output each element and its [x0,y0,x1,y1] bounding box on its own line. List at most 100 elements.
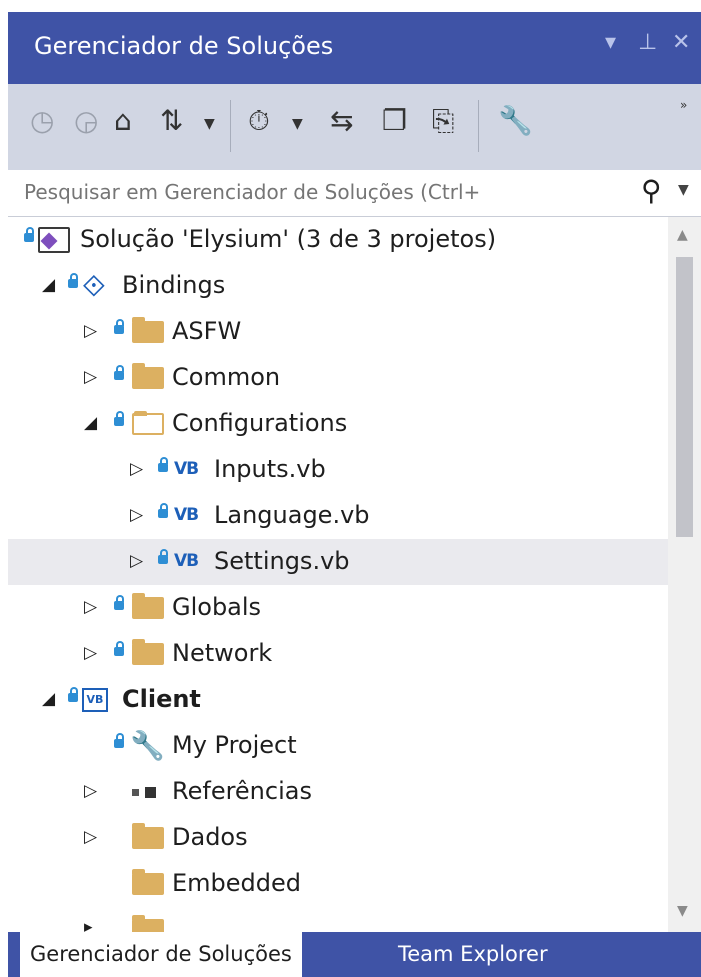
tree-row-network[interactable]: ▷ Network [8,631,668,677]
tree-item-label: Dados [172,823,248,851]
tree-item-label: Inputs.vb [214,455,326,483]
tree-row-configurations[interactable]: ◢ Configurations [8,401,668,447]
pin-icon[interactable]: ⊥ [638,30,657,55]
tree-item-label: Common [172,363,281,391]
lock-icon [68,273,78,288]
home-icon[interactable]: ⌂ [114,104,132,137]
solution-explorer-panel: Gerenciador de Soluções ▾ ⊥ ✕ ◷ ◶ ⌂ ⇅ ▼ … [8,12,701,977]
toolbar-separator [230,100,231,152]
expanded-arrow-icon[interactable]: ◢ [42,689,55,709]
tree-row-globals[interactable]: ▷ Globals [8,585,668,631]
collapsed-arrow-icon[interactable]: ▷ [130,551,143,571]
collapse-all-icon[interactable]: ❐ [382,104,407,137]
collapsed-arrow-icon[interactable]: ▷ [84,781,97,801]
expanded-arrow-icon[interactable]: ◢ [84,413,97,433]
collapsed-arrow-icon[interactable]: ▸ [84,917,93,932]
bottom-tab-bar: Gerenciador de Soluções Team Explorer [8,932,701,977]
tree-item-label: Embedded [172,869,302,897]
folder-icon [132,317,164,343]
tree-row-embedded[interactable]: Embedded [8,861,668,907]
tree-row-solution[interactable]: Solução 'Elysium' (3 de 3 projetos) [8,217,668,263]
properties-wrench-icon[interactable]: 🔧 [498,104,533,137]
overflow-icon[interactable]: » [680,98,687,112]
lock-icon [114,319,124,334]
lock-icon [68,687,78,702]
tree-item-label: ASFW [172,317,242,345]
tree-row-my-project[interactable]: 🔧 My Project [8,723,668,769]
scroll-down-icon[interactable]: ▼ [677,903,688,919]
lock-icon [114,733,124,748]
tree-row-inputs-vb[interactable]: ▷ VB Inputs.vb [8,447,668,493]
folder-icon [132,823,164,849]
tree-row-asfw[interactable]: ▷ ASFW [8,309,668,355]
collapsed-arrow-icon[interactable]: ▷ [84,643,97,663]
tree-item-label: My Project [172,731,297,759]
scroll-up-icon[interactable]: ▲ [677,227,688,243]
collapsed-arrow-icon[interactable]: ▷ [84,597,97,617]
close-icon[interactable]: ✕ [672,30,690,55]
folder-icon [132,869,164,895]
tree-row-partial[interactable]: ▸ [8,907,668,932]
toolbar: ◷ ◶ ⌂ ⇅ ▼ ⏱ ▼ ⇆ ❐ ⎘ 🔧 » [8,84,701,170]
tree-row-dados[interactable]: ▷ Dados [8,815,668,861]
search-options-dropdown-icon[interactable]: ▼ [678,182,689,198]
search-icon[interactable]: ⚲ [641,174,662,207]
tree-row-settings-vb[interactable]: ▷ VB Settings.vb [8,539,668,585]
lock-icon [114,411,124,426]
filter-dropdown-icon[interactable]: ▼ [292,116,303,132]
tree-row-language-vb[interactable]: ▷ VB Language.vb [8,493,668,539]
lock-icon [158,549,168,564]
lock-icon [114,595,124,610]
forward-icon[interactable]: ◶ [74,104,98,137]
scroll-thumb[interactable] [676,257,693,537]
tree-item-label: Solução 'Elysium' (3 de 3 projetos) [80,225,497,253]
vb-project-icon: VB [82,688,108,712]
window-top-strip [0,0,701,10]
tree-item-label: Language.vb [214,501,370,529]
vb-file-icon: VB [174,459,199,479]
tree-item-label: Globals [172,593,262,621]
tree-item-label: Client [122,685,201,713]
shared-project-icon: ⟐ [82,269,106,304]
back-icon[interactable]: ◷ [30,104,54,137]
vb-file-icon: VB [174,551,199,571]
collapsed-arrow-icon[interactable]: ▷ [84,367,97,387]
tree-item-label: Bindings [122,271,226,299]
wrench-icon: 🔧 [130,729,165,762]
pending-changes-filter-icon[interactable]: ⏱ [248,104,270,138]
collapsed-arrow-icon[interactable]: ▷ [130,505,143,525]
folder-icon [132,593,164,619]
collapsed-arrow-icon[interactable]: ▷ [84,827,97,847]
tree-item-label: Referências [172,777,312,805]
folder-icon [132,639,164,665]
tree-row-common[interactable]: ▷ Common [8,355,668,401]
switch-views-dropdown-icon[interactable]: ▼ [204,116,215,132]
switch-views-icon[interactable]: ⇅ [160,104,183,137]
panel-title-bar: Gerenciador de Soluções ▾ ⊥ ✕ [8,12,701,84]
lock-icon [24,227,34,242]
vertical-scrollbar[interactable]: ▲ ▼ [668,217,701,932]
tree-item-label: Configurations [172,409,348,437]
solution-icon [38,227,70,253]
tab-solution-explorer[interactable]: Gerenciador de Soluções [20,932,302,977]
collapsed-arrow-icon[interactable]: ▷ [84,321,97,341]
search-input[interactable] [24,176,624,208]
lock-icon [114,365,124,380]
sync-active-document-icon[interactable]: ⇆ [330,104,353,137]
references-icon [132,786,158,798]
collapsed-arrow-icon[interactable]: ▷ [130,459,143,479]
show-all-files-icon[interactable]: ⎘ [432,104,454,138]
tree-row-client[interactable]: ◢ VB Client [8,677,668,723]
tab-team-explorer[interactable]: Team Explorer [388,932,558,977]
chevron-down-icon[interactable]: ▾ [605,30,616,55]
folder-icon [132,915,164,932]
tree-item-label: Network [172,639,273,667]
folder-open-icon [132,411,164,435]
folder-icon [132,363,164,389]
tree-row-references[interactable]: ▷ Referências [8,769,668,815]
lock-icon [158,457,168,472]
solution-tree: Solução 'Elysium' (3 de 3 projetos) ◢ ⟐ … [8,217,668,932]
expanded-arrow-icon[interactable]: ◢ [42,275,55,295]
lock-icon [158,503,168,518]
tree-row-bindings[interactable]: ◢ ⟐ Bindings [8,263,668,309]
